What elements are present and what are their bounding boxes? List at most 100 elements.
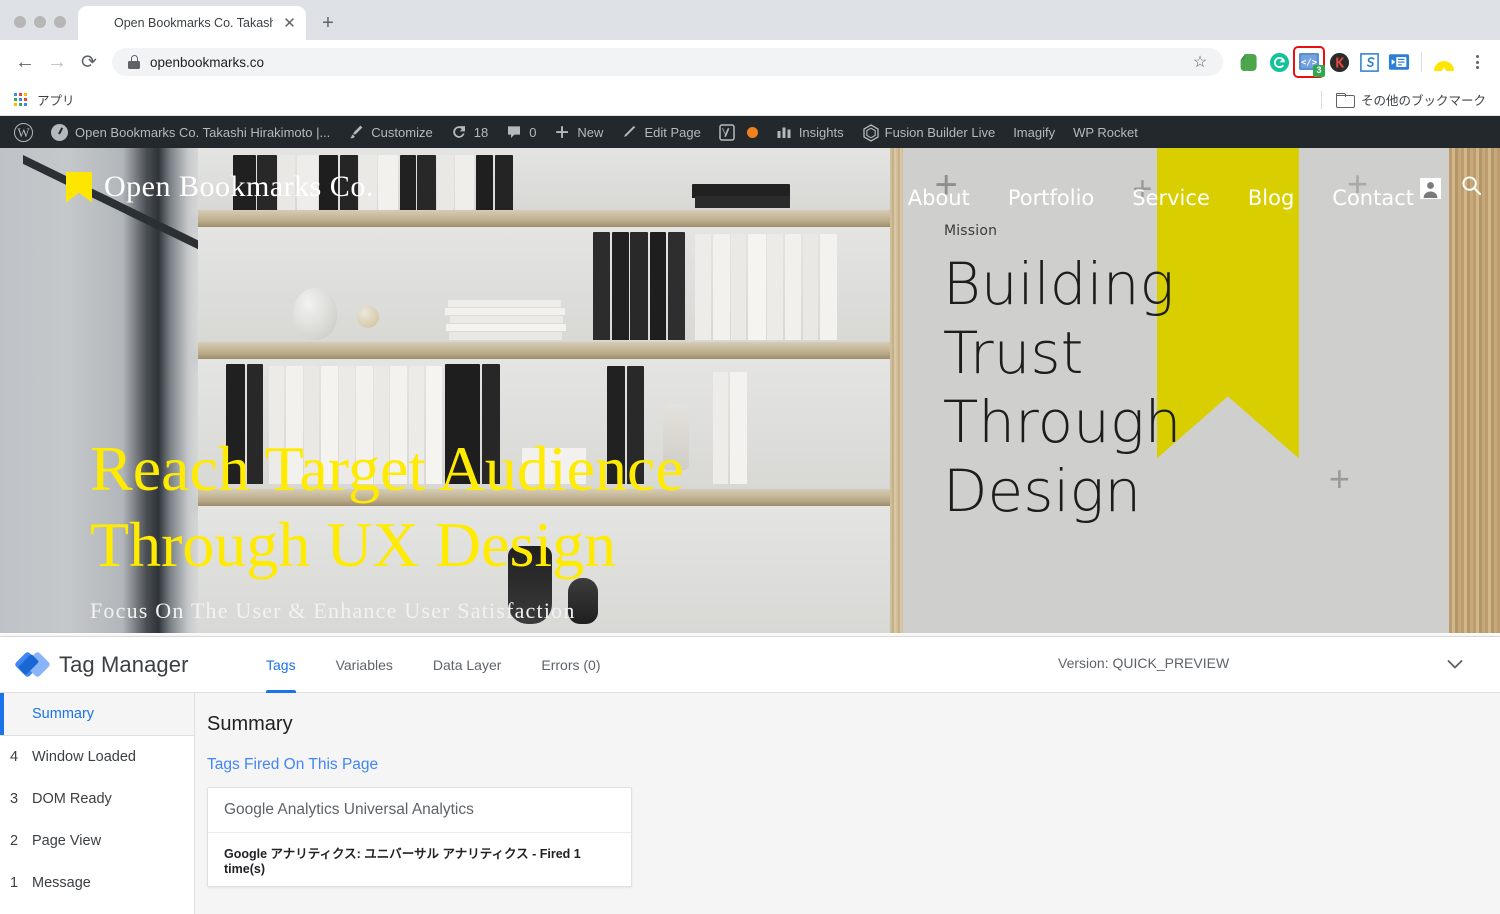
browser-window: Open Bookmarks Co. Takashi H ✕ + ← → ⟳ o… xyxy=(0,0,1500,914)
sidebar-item-dom-ready[interactable]: 3 DOM Ready xyxy=(0,778,194,820)
dashboard-icon xyxy=(51,123,68,141)
close-tab-icon[interactable]: ✕ xyxy=(281,15,298,32)
imagify-label: Imagify xyxy=(1013,124,1056,140)
bookmark-star-icon[interactable]: ☆ xyxy=(1187,49,1213,75)
forward-icon[interactable]: → xyxy=(42,47,72,77)
edit-page-label: Edit Page xyxy=(644,124,701,140)
chrome-menu-icon[interactable] xyxy=(1464,49,1490,75)
bookmark-extension-icon[interactable] xyxy=(1432,50,1456,74)
version-label: Version: QUICK_PREVIEW xyxy=(1058,655,1230,671)
edit-page-button[interactable]: Edit Page xyxy=(612,116,709,148)
tab-tags[interactable]: Tags xyxy=(246,637,316,693)
sidebar-item-summary[interactable]: Summary xyxy=(0,693,194,735)
tags-fired-heading[interactable]: Tags Fired On This Page xyxy=(207,756,1500,774)
sidebar-item-label: Page View xyxy=(32,833,102,849)
other-bookmarks[interactable]: その他のブックマーク xyxy=(1320,90,1486,109)
nav-item-portfolio[interactable]: Portfolio xyxy=(1008,186,1094,210)
site-name-button[interactable]: Open Bookmarks Co. Takashi Hirakimoto |.… xyxy=(42,116,339,148)
url-text: openbookmarks.co xyxy=(150,54,265,70)
avatar-icon[interactable] xyxy=(1420,177,1441,199)
tag-manager-main: Summary Tags Fired On This Page Google A… xyxy=(195,693,1500,914)
browser-tab[interactable]: Open Bookmarks Co. Takashi H ✕ xyxy=(78,6,306,40)
bookmarks-bar: アプリ その他のブックマーク xyxy=(0,84,1500,116)
fired-tag-card[interactable]: Google Analytics Universal Analytics Goo… xyxy=(207,787,632,887)
other-bookmarks-label[interactable]: その他のブックマーク xyxy=(1361,90,1486,109)
comments-button[interactable]: 0 xyxy=(497,116,545,148)
imagify-button[interactable]: Imagify xyxy=(1004,116,1064,148)
kissmetrics-extension-icon[interactable] xyxy=(1327,50,1351,74)
bookmarks-divider xyxy=(1320,90,1322,109)
evernote-extension-icon[interactable] xyxy=(1237,50,1261,74)
sidebar-item-page-view[interactable]: 2 Page View xyxy=(0,820,194,862)
back-icon[interactable]: ← xyxy=(10,47,40,77)
fusion-icon xyxy=(862,124,879,142)
sidebar-item-number: 4 xyxy=(10,749,19,765)
customize-button[interactable]: Customize xyxy=(339,116,441,148)
apps-grid-icon[interactable] xyxy=(14,93,27,106)
save-page-extension-icon[interactable] xyxy=(1387,50,1411,74)
wp-logo-button[interactable]: W xyxy=(8,116,42,148)
wp-rocket-button[interactable]: WP Rocket xyxy=(1064,116,1147,148)
evernote-glyph xyxy=(1240,53,1257,71)
bookmark-apps-label[interactable]: アプリ xyxy=(37,90,75,109)
fusion-builder-live-button[interactable]: Fusion Builder Live xyxy=(853,116,1005,148)
address-bar[interactable]: openbookmarks.co ☆ xyxy=(112,48,1223,76)
sidebar-item-number: 2 xyxy=(10,833,19,849)
sidebar-item-label: DOM Ready xyxy=(32,791,112,807)
nav-item-service[interactable]: Service xyxy=(1132,186,1210,210)
new-label: New xyxy=(577,124,604,140)
similarweb-extension-icon[interactable] xyxy=(1357,50,1381,74)
insights-button[interactable]: Insights xyxy=(767,116,853,148)
insights-label: Insights xyxy=(798,124,844,140)
nav-item-blog[interactable]: Blog xyxy=(1248,186,1294,210)
maximize-window-button[interactable] xyxy=(54,16,66,28)
tab-errors[interactable]: Errors (0) xyxy=(521,637,620,693)
bar-chart-icon xyxy=(776,124,792,140)
mission-panel: Mission Building Trust Through Design + xyxy=(903,148,1449,633)
tag-manager-sidebar: Summary 4 Window Loaded 3 DOM Ready 2 Pa… xyxy=(0,693,195,914)
wp-rocket-label: WP Rocket xyxy=(1073,124,1138,140)
hero-subtitle: Focus On The User & Enhance User Satisfa… xyxy=(90,598,576,624)
reload-icon[interactable]: ⟳ xyxy=(74,47,104,77)
nav-item-contact[interactable]: Contact xyxy=(1332,186,1414,210)
tag-assistant-extension-icon[interactable]: </> 3 xyxy=(1293,46,1325,78)
search-icon[interactable] xyxy=(1461,175,1482,201)
grammarly-extension-icon[interactable] xyxy=(1267,50,1291,74)
window-controls xyxy=(0,16,78,40)
yoast-status-dot xyxy=(746,126,758,138)
bookmark-logo-icon xyxy=(66,171,92,203)
plus-icon xyxy=(554,124,570,140)
webpage-viewport: Mission Building Trust Through Design + … xyxy=(0,148,1500,633)
chevron-down-icon[interactable] xyxy=(1444,653,1466,675)
comment-icon xyxy=(506,124,522,140)
grammarly-glyph xyxy=(1269,52,1289,72)
tag-manager-tabs: Tags Variables Data Layer Errors (0) xyxy=(246,637,621,693)
brush-icon xyxy=(348,124,364,140)
site-logo[interactable]: Open Bookmarks Co. xyxy=(66,170,374,204)
tag-manager-logo: Tag Manager xyxy=(14,650,246,680)
folder-icon xyxy=(1335,93,1355,108)
nav-item-about[interactable]: About xyxy=(908,186,970,210)
tag-manager-header: Tag Manager Tags Variables Data Layer Er… xyxy=(0,637,1500,693)
tab-variables[interactable]: Variables xyxy=(316,637,413,693)
new-tab-button[interactable]: + xyxy=(314,9,342,37)
wordpress-icon: W xyxy=(14,122,33,142)
new-content-button[interactable]: New xyxy=(545,116,612,148)
hero-headline-line-2: Through UX Design xyxy=(90,508,617,580)
tag-manager-body: Summary 4 Window Loaded 3 DOM Ready 2 Pa… xyxy=(0,693,1500,914)
yoast-icon xyxy=(719,124,735,141)
site-name-label: Open Bookmarks Co. Takashi Hirakimoto |.… xyxy=(75,124,331,140)
browser-toolbar: ← → ⟳ openbookmarks.co ☆ </> 3 xyxy=(0,40,1500,84)
fired-tag-detail: Google アナリティクス: ユニバーサル アナリティクス - Fired 1… xyxy=(224,847,581,876)
tab-data-layer[interactable]: Data Layer xyxy=(413,637,521,693)
updates-count: 18 xyxy=(473,124,489,140)
yoast-seo-button[interactable] xyxy=(710,116,767,148)
minimize-window-button[interactable] xyxy=(34,16,46,28)
sidebar-item-message[interactable]: 1 Message xyxy=(0,862,194,904)
mission-heading: Building Trust Through Design xyxy=(943,250,1182,526)
close-window-button[interactable] xyxy=(14,16,26,28)
site-logo-text: Open Bookmarks Co. xyxy=(104,170,374,203)
pencil-icon xyxy=(621,124,637,140)
sidebar-item-window-loaded[interactable]: 4 Window Loaded xyxy=(0,736,194,778)
updates-button[interactable]: 18 xyxy=(442,116,497,148)
